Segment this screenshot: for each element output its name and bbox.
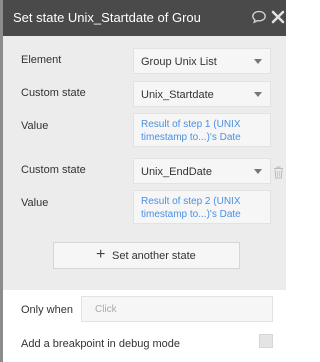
plus-icon: +: [96, 246, 106, 263]
custom-state-value: Unix_EndDate: [141, 166, 212, 178]
set-another-state-label: Set another state: [112, 250, 196, 262]
value-expression-field[interactable]: Result of step 2 (UNIX timestamp to...)'…: [133, 190, 271, 224]
custom-state-value: Unix_Startdate: [141, 89, 214, 101]
trash-icon[interactable]: [273, 166, 284, 179]
panel-title: Set state Unix_Startdate of Grou: [13, 10, 201, 25]
custom-state-label: Custom state: [21, 164, 86, 176]
value-label: Value: [21, 120, 49, 132]
value-expression[interactable]: Result of step 1 (UNIX timestamp to...)'…: [141, 118, 267, 144]
element-dropdown[interactable]: Group Unix List: [133, 48, 271, 74]
only-when-placeholder: Click: [95, 304, 117, 315]
action-fields: Element Group Unix List Custom state Uni…: [3, 36, 286, 291]
element-label: Element: [21, 54, 62, 66]
set-another-state-button[interactable]: + Set another state: [53, 242, 240, 269]
value-expression[interactable]: Result of step 2 (UNIX timestamp to...)'…: [141, 195, 267, 221]
conditions-section: Only when Click Add a breakpoint in debu…: [3, 290, 286, 362]
breakpoint-checkbox[interactable]: [259, 334, 273, 348]
value-expression-field[interactable]: Result of step 1 (UNIX timestamp to...)'…: [133, 113, 271, 147]
action-properties-panel: Set state Unix_Startdate of Grou Element…: [0, 0, 286, 362]
chevron-down-icon: [254, 169, 262, 174]
only-when-label: Only when: [21, 304, 73, 316]
breakpoint-label: Add a breakpoint in debug mode: [21, 338, 181, 350]
comment-icon[interactable]: [251, 9, 267, 25]
chevron-down-icon: [254, 59, 262, 64]
custom-state-dropdown[interactable]: Unix_EndDate: [133, 158, 271, 184]
chevron-down-icon: [254, 92, 262, 97]
custom-state-dropdown[interactable]: Unix_Startdate: [133, 81, 271, 107]
element-value: Group Unix List: [141, 56, 217, 68]
only-when-input[interactable]: Click: [81, 296, 273, 322]
panel-header: Set state Unix_Startdate of Grou: [3, 0, 286, 36]
custom-state-label: Custom state: [21, 87, 86, 99]
close-icon[interactable]: [270, 8, 286, 26]
value-label: Value: [21, 197, 49, 209]
